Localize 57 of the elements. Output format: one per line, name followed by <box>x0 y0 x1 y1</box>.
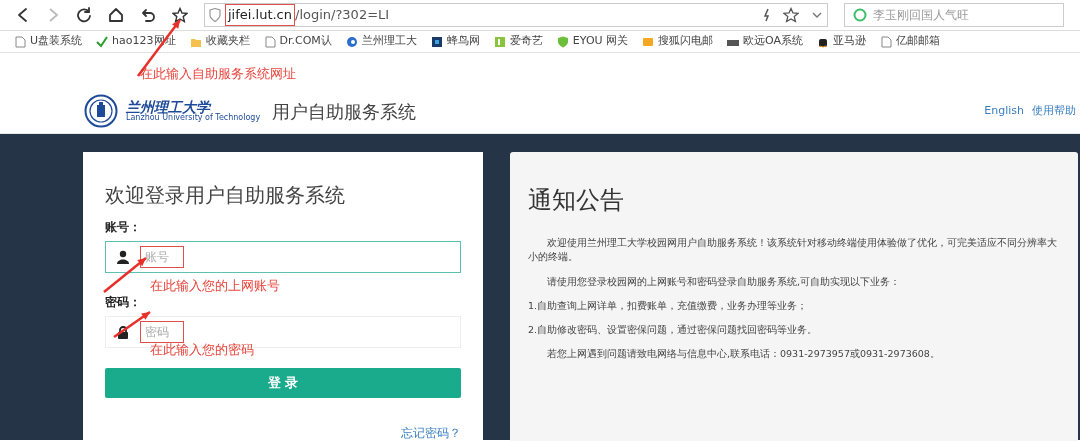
page-icon <box>880 35 893 48</box>
bookmark-link[interactable]: 搜狐闪电邮 <box>642 33 714 50</box>
site-title: 用户自助服务系统 <box>272 99 417 124</box>
page-icon <box>14 35 26 48</box>
forgot-password-link[interactable]: 忘记密码？ <box>401 424 461 441</box>
annotation-text: 在此输入自助服务系统网址 <box>140 65 296 83</box>
school-name-english: Lanzhou University of Technology <box>126 113 261 123</box>
mail-icon <box>642 35 655 48</box>
notice-title: 通知公告 <box>528 185 625 216</box>
back-icon[interactable] <box>16 7 30 23</box>
bookmark-link[interactable]: EYOU 网关 <box>556 33 629 50</box>
login-heading: 欢迎登录用户自助服务系统 <box>105 182 346 209</box>
user-icon <box>116 250 130 264</box>
annotation-text: 在此输入您的上网账号 <box>150 277 280 295</box>
bookmark-link[interactable]: 亿邮邮箱 <box>880 33 941 50</box>
url-domain: jifei.lut.cn <box>225 4 295 26</box>
bookmark-link[interactable]: 兰州理工大 <box>345 33 417 50</box>
header-link[interactable]: 使用帮助 <box>1032 102 1076 120</box>
shield-icon <box>209 8 221 22</box>
search-field[interactable]: 李玉刚回国人气旺 <box>844 3 1064 27</box>
bookmark-link[interactable]: 爱奇艺 <box>493 33 543 50</box>
notice-paragraph: 欢迎使用兰州理工大学校园网用户自助服务系统！该系统针对移动终端使用体验做了优化，可完美适应不同分辨率大小的终端。 <box>528 236 1058 265</box>
bookmark-link[interactable]: 亚马逊 <box>817 33 867 50</box>
home-icon[interactable] <box>108 7 124 23</box>
bookmark-star-icon[interactable] <box>783 7 799 23</box>
annotation-arrow <box>103 257 147 293</box>
bookmark-link[interactable]: Dr.COM认 <box>263 33 332 50</box>
emblem-icon <box>84 94 118 128</box>
notice-paragraph: 若您上网遇到问题请致电网络与信息中心,联系电话：0931-2973957或0931-2973608。 <box>546 347 941 362</box>
notice-paragraph: 2.自助修改密码、设置密保问题，通过密保问题找回密码等业务。 <box>528 323 819 337</box>
bookmark-link[interactable]: 收藏夹栏 <box>189 33 250 50</box>
url-path: /login/?302=LI <box>295 6 390 25</box>
text-input[interactable]: 账号 <box>141 247 183 267</box>
undo-icon[interactable] <box>140 7 156 23</box>
square-logo-icon <box>493 35 506 48</box>
notice-paragraph: 请使用您登录校园网的上网账号和密码登录自助服务系统,可自助实现以下业务： <box>546 274 902 289</box>
field-label: 密码： <box>105 294 141 311</box>
lock-icon <box>116 325 130 339</box>
bookmark-link[interactable]: U盘装系统 <box>14 33 83 50</box>
square-logo-icon <box>430 35 443 48</box>
bookmark-link[interactable]: 蜂鸟网 <box>430 33 480 50</box>
school-name: 兰州理工大学 <box>126 99 212 114</box>
search-engine-icon <box>853 8 867 22</box>
account-field[interactable]: 账号 <box>105 241 461 273</box>
shield-icon <box>556 35 569 48</box>
notice-paragraph: 1.自助查询上网详单，扣费账单，充值缴费，业务办理等业务； <box>528 298 809 313</box>
globe-icon <box>345 35 358 48</box>
page-icon <box>263 35 276 48</box>
address-bar[interactable]: jifei.lut.cn /login/?302=LI <box>204 3 828 27</box>
bookmark-link[interactable]: 欧远OA系统 <box>727 33 804 50</box>
star-icon[interactable] <box>172 7 188 23</box>
reload-icon[interactable] <box>76 7 92 23</box>
text-input[interactable]: 密码 <box>141 322 183 342</box>
header-link[interactable]: English <box>984 102 1024 120</box>
check-icon <box>96 35 109 48</box>
field-label: 账号： <box>105 219 141 236</box>
lightning-icon[interactable] <box>763 8 771 22</box>
